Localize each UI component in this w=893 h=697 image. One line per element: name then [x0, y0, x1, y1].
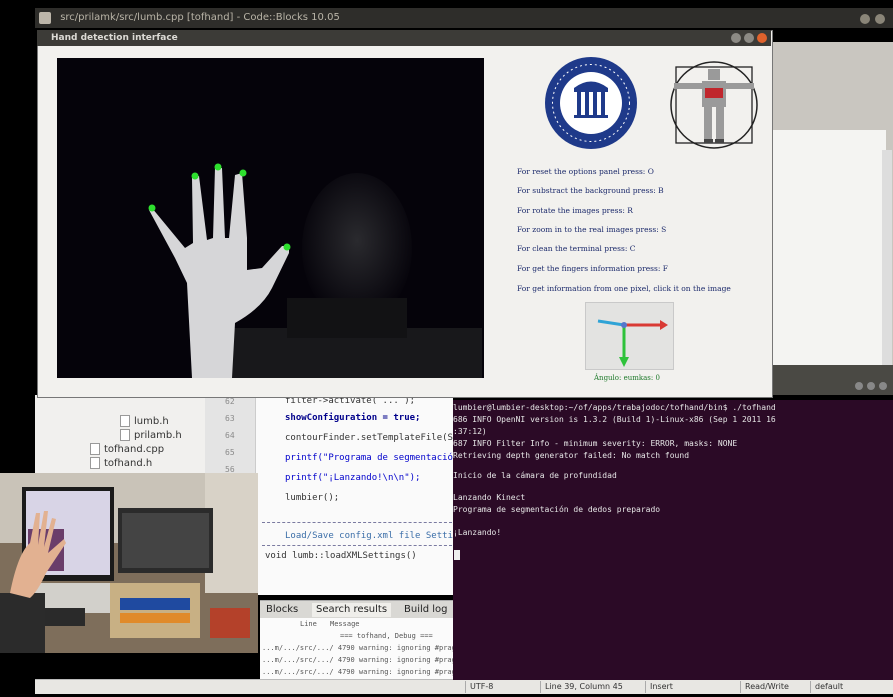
minimize-icon[interactable] — [855, 382, 863, 390]
terminal-line: :37:12) — [453, 427, 487, 436]
log-header: Line — [300, 620, 317, 628]
terminal-line: 686 INFO OpenNI version is 1.3.2 (Build … — [453, 415, 776, 424]
log-header: Message — [330, 620, 360, 628]
tree-item[interactable]: tofhand.h — [90, 457, 152, 469]
status-mode: Insert — [645, 681, 673, 693]
terminal-line: Lanzando Kinect — [453, 493, 526, 502]
build-log-panel: Line Message === tofhand, Debug === ...m… — [260, 618, 498, 680]
terminal-cursor — [454, 550, 460, 560]
close-icon[interactable] — [879, 382, 887, 390]
depth-image — [57, 58, 484, 378]
line-number: 64 — [225, 431, 235, 440]
code-line: lumbier(); — [285, 493, 340, 503]
instruction-rotate: For rotate the images press: R — [517, 206, 633, 215]
terminal-line: ¡Lanzando! — [453, 528, 502, 537]
file-icon — [120, 429, 130, 441]
instruction-background: For substract the background press: B — [517, 186, 664, 195]
status-bar: UTF-8 Line 39, Column 45 Insert Read/Wri… — [35, 679, 893, 694]
instruction-reset: For reset the options panel press: O — [517, 167, 654, 176]
minimize-icon[interactable] — [860, 14, 870, 24]
code-line: printf("¡Lanzando!\n\n"); — [285, 473, 421, 483]
terminal-line: Retrieving depth generator failed: No ma… — [453, 451, 690, 460]
instruction-clean: For clean the terminal press: C — [517, 244, 636, 253]
comment-divider — [262, 545, 452, 546]
terminal-line: 687 INFO Filter Info - minimum severity:… — [453, 439, 738, 448]
code-line: printf("Programa de segmentación de — [285, 453, 475, 463]
close-icon[interactable] — [39, 12, 51, 24]
uc3m-logo — [543, 55, 639, 151]
ide-title: src/prilamk/src/lumb.cpp [tofhand] - Cod… — [60, 12, 340, 23]
ide-editor-panel — [770, 130, 886, 365]
webcam-overlay — [0, 473, 258, 653]
instruction-zoom: For zoom in to the real images press: S — [517, 225, 667, 234]
tree-item[interactable]: tofhand.cpp — [90, 443, 164, 455]
terminal-line: Inicio de la cámara de profundidad — [453, 471, 617, 480]
function-signature: void lumb::loadXMLSettings() — [265, 551, 417, 561]
tab-search-results[interactable]: Search results — [312, 603, 392, 617]
file-icon — [90, 443, 100, 455]
ide-titlebar: src/prilamk/src/lumb.cpp [tofhand] - Cod… — [35, 8, 893, 28]
code-comment: Load/Save config.xml file Settings — [285, 531, 470, 541]
minimize-icon[interactable] — [731, 33, 741, 43]
code-line: contourFinder.setTemplateFile(Slamp — [285, 433, 475, 443]
hand-window-titlebar: Hand detection interface — [37, 30, 771, 46]
status-profile: default — [810, 681, 843, 693]
terminal[interactable]: lumbier@lumbier-desktop:~/of/apps/trabaj… — [453, 400, 893, 680]
orientation-axes — [585, 302, 674, 370]
axes-caption: Ángulo: eumkas: 0 — [594, 374, 660, 382]
tab-blocks[interactable]: Blocks — [262, 603, 302, 617]
vitruvian-robot-logo — [664, 55, 764, 150]
status-access: Read/Write — [740, 681, 789, 693]
tab-build-log[interactable]: Build log — [400, 603, 452, 617]
log-line: === tofhand, Debug === — [340, 632, 433, 640]
status-position: Line 39, Column 45 — [540, 681, 623, 693]
hand-window-title: Hand detection interface — [51, 33, 178, 43]
maximize-icon[interactable] — [875, 14, 885, 24]
vertical-scrollbar[interactable] — [882, 150, 892, 365]
close-icon[interactable] — [757, 33, 767, 43]
file-icon — [120, 415, 130, 427]
logs-tabs: Blocks Search results Build log — [260, 600, 453, 619]
file-icon — [90, 457, 100, 469]
maximize-icon[interactable] — [744, 33, 754, 43]
line-number: 65 — [225, 448, 235, 457]
window-buttons — [855, 12, 885, 32]
webcam-image — [0, 473, 258, 653]
instruction-pixel: For get information from one pixel, clic… — [517, 284, 731, 293]
terminal-line: lumbier@lumbier-desktop:~/of/apps/trabaj… — [453, 403, 776, 412]
code-line: showConfiguration = true; — [285, 413, 421, 423]
project-tree: lumb.h prilamb.h tofhand.cpp tofhand.h — [35, 395, 205, 475]
tree-item[interactable]: prilamb.h — [120, 429, 182, 441]
terminal-line: Programa de segmentación de dedos prepar… — [453, 505, 661, 514]
line-number: 63 — [225, 414, 235, 423]
line-number: 62 — [225, 397, 235, 406]
instruction-fingers: For get the fingers information press: F — [517, 264, 668, 273]
tree-item[interactable]: lumb.h — [120, 415, 169, 427]
status-encoding: UTF-8 — [465, 681, 493, 693]
ide-editor-header — [770, 365, 893, 395]
maximize-icon[interactable] — [867, 382, 875, 390]
depth-image-view[interactable] — [57, 58, 484, 378]
comment-divider — [262, 522, 452, 523]
